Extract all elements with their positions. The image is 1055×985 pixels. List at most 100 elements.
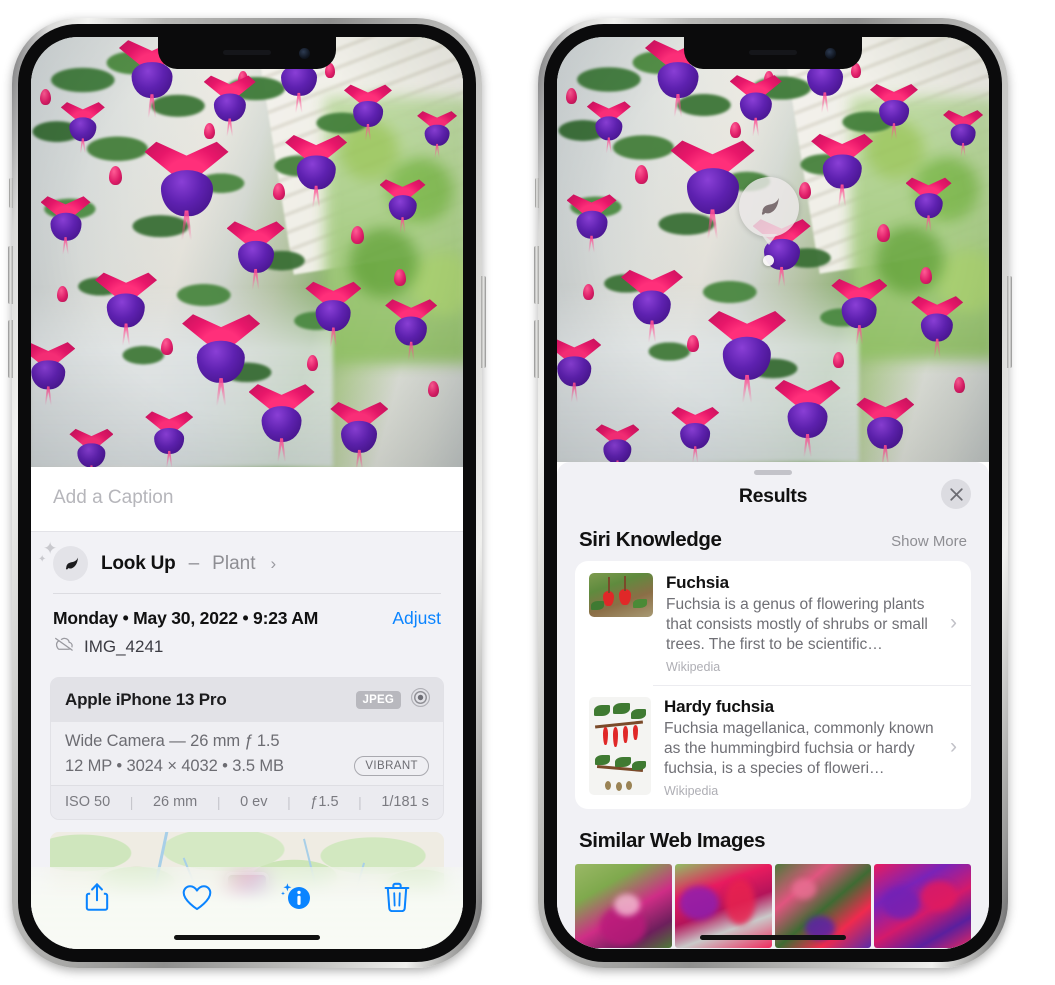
result-source: Wikipedia: [666, 659, 721, 674]
fuchsia-flower: [774, 379, 841, 458]
fuchsia-flower: [343, 84, 392, 141]
result-description: Fuchsia is a genus of flowering plants t…: [666, 596, 928, 653]
right-phone: Results Siri Knowledge Show More Fuchsia…: [534, 18, 1012, 968]
earpiece-speaker: [749, 50, 797, 55]
left-phone: Add a Caption ✦ ✦ Look Up – Plant › Mond…: [8, 18, 486, 968]
fuchsia-flower: [943, 109, 984, 158]
fuchsia-flower: [586, 100, 631, 154]
look-up-row[interactable]: ✦ ✦ Look Up – Plant ›: [31, 532, 463, 594]
fuchsia-flower: [905, 177, 952, 232]
fuchsia-blooms: [557, 37, 989, 462]
home-indicator[interactable]: [174, 935, 320, 940]
volume-down-button[interactable]: [534, 320, 539, 378]
photo-size-info: 12 MP • 3024 × 4032 • 3.5 MB: [65, 756, 284, 775]
chevron-right-icon: ›: [950, 735, 957, 759]
fuchsia-flower: [811, 132, 874, 207]
delete-button[interactable]: [374, 877, 420, 917]
chevron-right-icon: ›: [950, 611, 957, 635]
flower-bud: [428, 381, 440, 397]
flower-bud: [876, 224, 890, 242]
flower-bud: [393, 269, 406, 287]
caption-placeholder: Add a Caption: [53, 487, 174, 508]
fuchsia-flower: [379, 178, 426, 234]
fuchsia-flower: [831, 278, 888, 345]
results-title: Results: [738, 485, 808, 507]
look-up-kind: Plant: [212, 552, 256, 574]
fuchsia-flower: [248, 383, 315, 462]
flower-bud: [350, 226, 364, 245]
power-button[interactable]: [481, 276, 486, 368]
device-notch: [158, 37, 336, 69]
caption-input[interactable]: Add a Caption: [31, 467, 463, 532]
power-button[interactable]: [1007, 276, 1012, 368]
screenshot-stage: Add a Caption ✦ ✦ Look Up – Plant › Mond…: [0, 0, 1055, 985]
photo-viewer[interactable]: [31, 37, 463, 467]
flower-bud: [686, 334, 699, 352]
close-icon[interactable]: [941, 479, 971, 509]
volume-down-button[interactable]: [8, 320, 13, 378]
web-image-1[interactable]: [575, 863, 672, 948]
photo-filename: IMG_4241: [84, 636, 164, 656]
photo-metadata: Monday • May 30, 2022 • 9:23 AM Adjust I…: [31, 594, 463, 667]
flower-bud: [160, 338, 173, 355]
volume-up-button[interactable]: [534, 246, 539, 304]
result-description: Fuchsia magellanica, commonly known as t…: [664, 719, 934, 777]
volume-up-button[interactable]: [8, 246, 13, 304]
flower-bud: [954, 377, 966, 393]
look-up-dash: –: [188, 552, 200, 574]
fuchsia-flower: [671, 406, 720, 462]
format-badge: JPEG: [355, 691, 401, 709]
exif-separator: |: [216, 794, 221, 810]
sparkle-small-icon: ✦: [38, 554, 47, 565]
flower-bud: [108, 166, 122, 185]
right-screen: Results Siri Knowledge Show More Fuchsia…: [557, 37, 989, 949]
cloud-slash-icon: [53, 636, 75, 657]
list-item[interactable]: Hardy fuchsia Fuchsia magellanica, commo…: [575, 684, 971, 809]
look-up-title: Look Up: [101, 552, 176, 574]
flower-bud: [798, 181, 811, 199]
fuchsia-flower: [305, 281, 362, 348]
exif-separator: |: [287, 794, 291, 810]
fuchsia-flower: [226, 220, 285, 290]
list-item[interactable]: Fuchsia Fuchsia is a genus of flowering …: [575, 561, 971, 685]
exif-item: ƒ1.5: [310, 794, 339, 810]
flower-bud: [919, 266, 932, 284]
look-up-anchor-dot: [763, 255, 774, 266]
fuchsia-flower: [621, 268, 684, 343]
exif-item: 1/181 s: [381, 794, 429, 810]
siri-knowledge-card: Fuchsia Fuchsia is a genus of flowering …: [575, 561, 971, 809]
flower-bud: [565, 88, 577, 104]
fuchsia-flower: [557, 337, 602, 402]
siri-knowledge-title: Siri Knowledge: [579, 528, 722, 551]
camera-info-card: Apple iPhone 13 Pro JPEG Wide Camera — 2…: [50, 677, 444, 820]
share-button[interactable]: [74, 877, 120, 917]
fuchsia-flower: [417, 110, 458, 159]
fuchsia-flower: [595, 423, 640, 462]
mute-switch[interactable]: [9, 178, 13, 208]
fuchsia-flower: [31, 341, 76, 406]
flower-bud: [307, 355, 319, 372]
adjust-button[interactable]: Adjust: [392, 608, 441, 629]
photo-viewer[interactable]: [557, 37, 989, 462]
result-source: Wikipedia: [664, 783, 719, 798]
mute-switch[interactable]: [535, 178, 539, 208]
exif-item: 26 mm: [152, 794, 198, 810]
result-title: Fuchsia: [666, 573, 729, 592]
exif-item: ISO 50: [65, 794, 111, 810]
photo-date: Monday • May 30, 2022 • 9:23 AM: [53, 608, 319, 628]
results-header: Results: [557, 475, 989, 524]
favorite-button[interactable]: [174, 877, 220, 917]
similar-web-images-title: Similar Web Images: [579, 828, 766, 852]
flower-bud: [39, 88, 51, 105]
web-image-4[interactable]: [874, 863, 971, 948]
aperture-icon[interactable]: [410, 687, 431, 713]
info-button[interactable]: [274, 877, 320, 917]
fuchsia-flower: [203, 75, 256, 137]
home-indicator[interactable]: [700, 935, 846, 940]
fuchsia-flower: [330, 401, 389, 467]
fuchsia-flower: [285, 134, 348, 208]
visual-look-up-badge[interactable]: [739, 177, 799, 237]
fuchsia-flower: [566, 193, 617, 254]
fuchsia-flower: [40, 195, 91, 255]
show-more-button[interactable]: Show More: [891, 533, 967, 550]
